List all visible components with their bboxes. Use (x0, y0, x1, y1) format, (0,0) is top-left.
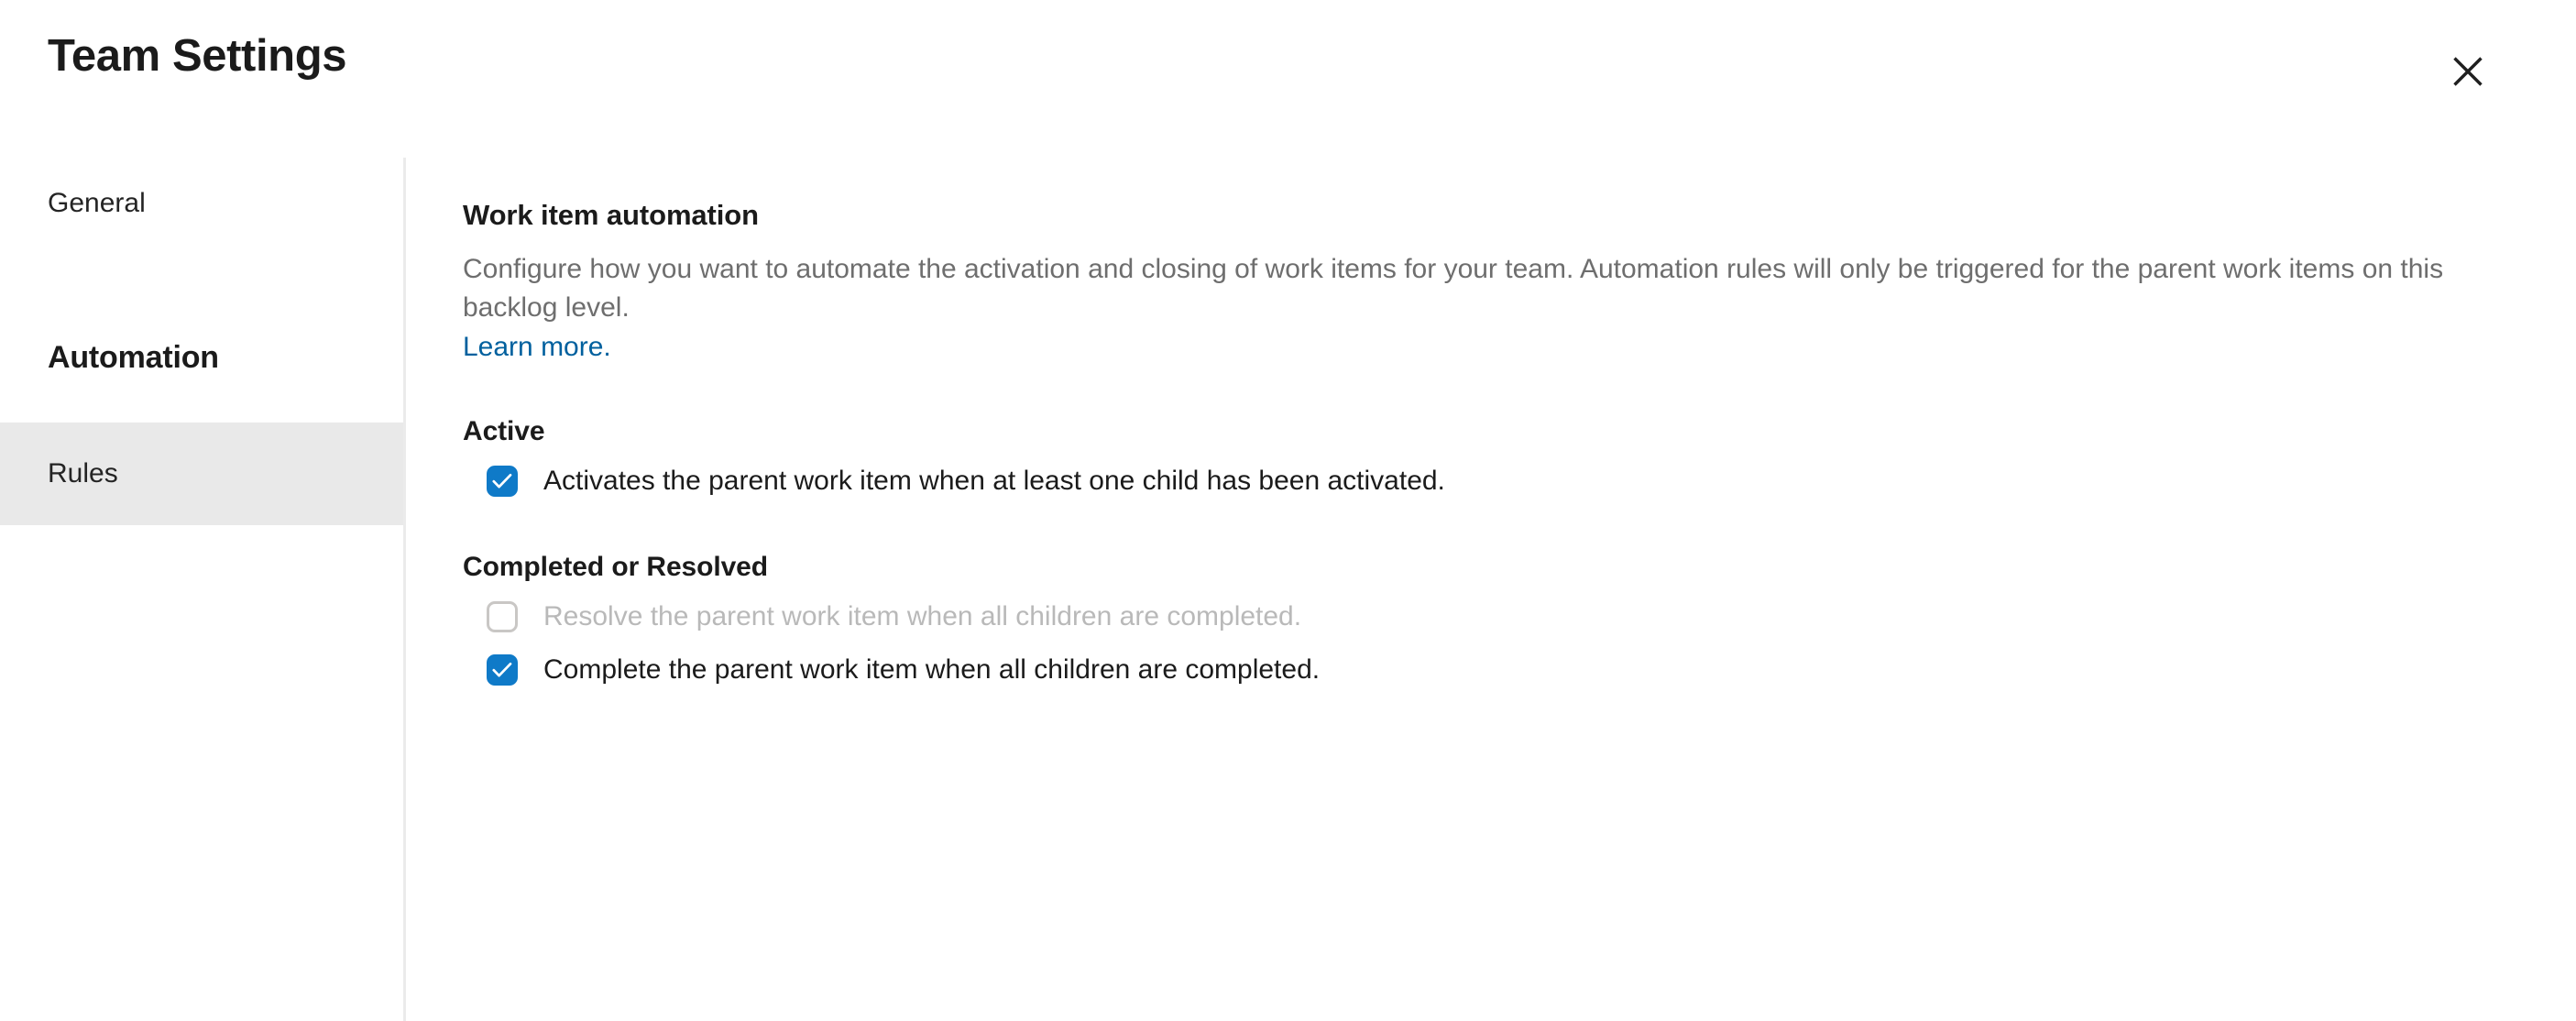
checkbox-checked-icon[interactable] (487, 654, 518, 686)
rule-group-active: Active Activates the parent work item wh… (463, 415, 2536, 498)
section-heading-work-item-automation: Work item automation (463, 199, 759, 231)
checkbox-checked-icon[interactable] (487, 466, 518, 498)
dialog-body: General Automation Rules Work item autom… (0, 158, 2576, 1021)
close-icon (2452, 56, 2483, 87)
dialog-header: Team Settings (0, 0, 2576, 158)
sidebar-group-automation: Automation (0, 312, 403, 403)
team-settings-dialog: Team Settings General Automation Rules W… (0, 0, 2576, 1021)
rule-checkbox-row-resolve-parent: Resolve the parent work item when all ch… (487, 600, 2536, 633)
sidebar-item-label: General (48, 188, 146, 218)
rule-checkbox-label: Complete the parent work item when all c… (543, 654, 1321, 686)
sidebar-group-label: Automation (48, 339, 219, 375)
settings-sidebar: General Automation Rules (0, 158, 406, 1021)
rule-group-title: Active (463, 416, 545, 447)
rule-checkbox-label: Activates the parent work item when at l… (543, 466, 1445, 497)
rule-checkbox-row-complete-parent[interactable]: Complete the parent work item when all c… (487, 653, 2536, 686)
rule-checkbox-label: Resolve the parent work item when all ch… (543, 601, 1302, 632)
close-button[interactable] (2439, 42, 2497, 101)
sidebar-item-label: Rules (48, 458, 118, 489)
rule-group-title: Completed or Resolved (463, 552, 768, 583)
page-title: Team Settings (48, 31, 347, 81)
rule-group-completed-or-resolved: Completed or Resolved Resolve the parent… (463, 551, 2536, 686)
section-description: Configure how you want to automate the a… (463, 254, 2444, 323)
sidebar-item-general[interactable]: General (0, 158, 403, 249)
rule-checkbox-row-activate-parent[interactable]: Activates the parent work item when at l… (487, 465, 2536, 498)
learn-more-link[interactable]: Learn more. (463, 328, 611, 366)
sidebar-item-rules[interactable]: Rules (0, 423, 403, 525)
checkbox-unchecked-disabled-icon (487, 601, 518, 633)
settings-content-pane: Work item automation Configure how you w… (406, 158, 2576, 1021)
